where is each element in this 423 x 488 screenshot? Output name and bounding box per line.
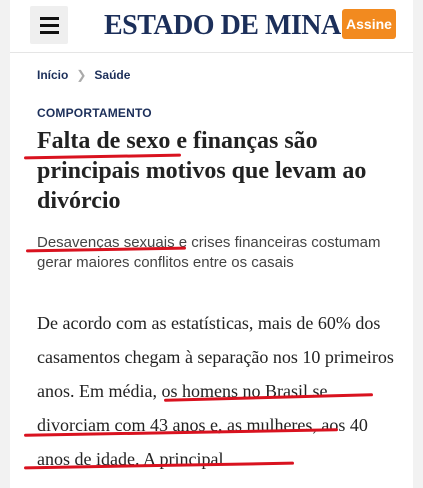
breadcrumb: Início ❯ Saúde [37,68,130,82]
header-divider [10,52,413,53]
article-subtitle: Desavenças sexuais e crises financeiras … [37,233,397,273]
breadcrumb-section-link[interactable]: Saúde [94,68,130,82]
breadcrumb-home-link[interactable]: Início [37,68,68,82]
subscribe-button[interactable]: Assine [342,9,396,39]
menu-button[interactable] [30,6,68,44]
page: ESTADO DE MINAS Assine Início ❯ Saúde COMP… [10,0,413,488]
chevron-right-icon: ❯ [76,68,87,82]
article-body: De acordo com as estatísticas, mais de 6… [37,306,397,476]
site-logo[interactable]: ESTADO DE MINAS [104,10,356,42]
article-headline: Falta de sexo e finanças são principais … [37,126,397,216]
article-section-label[interactable]: COMPORTAMENTO [37,106,152,120]
site-header: ESTADO DE MINAS Assine [10,0,413,52]
headline-highlighted-text: Falta de sexo [37,128,171,154]
